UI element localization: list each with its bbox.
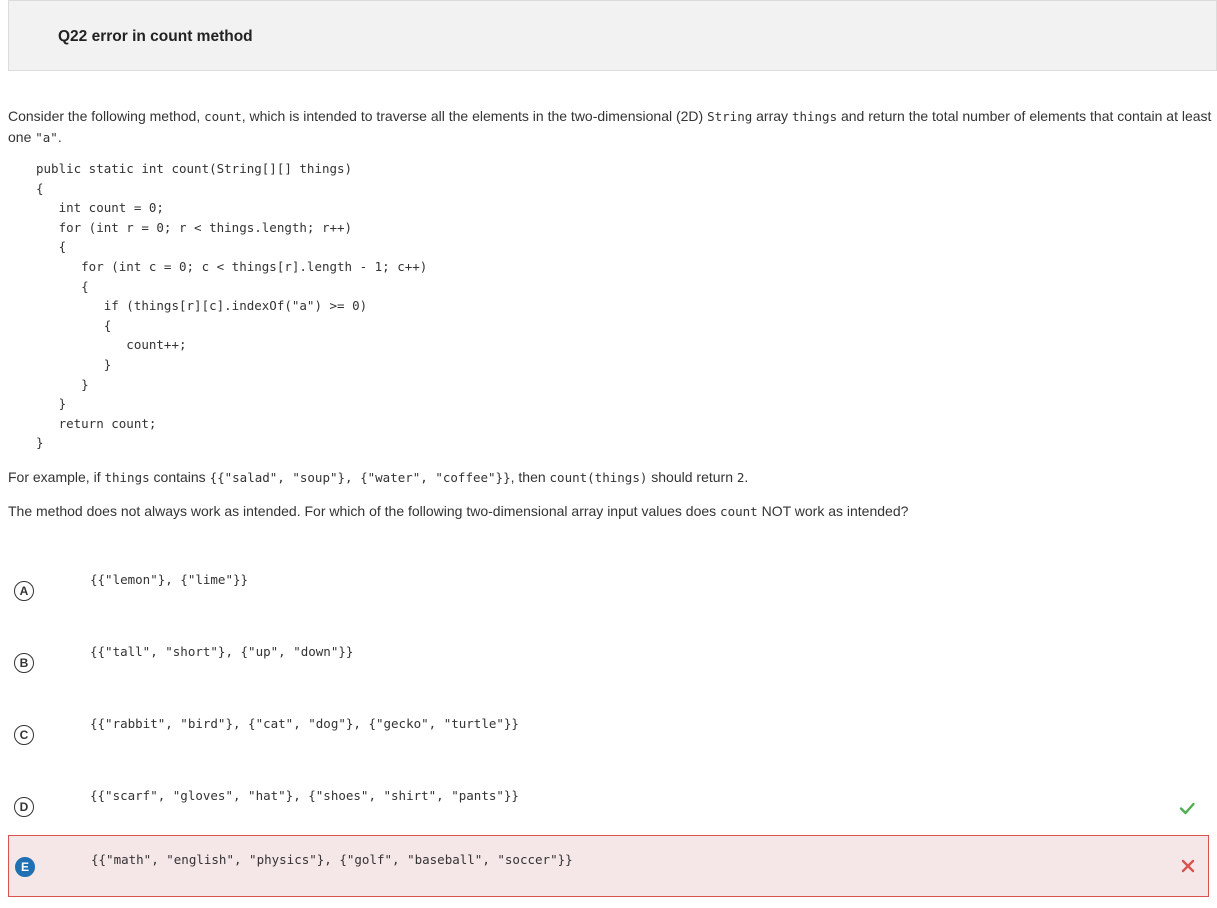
example-text-3: , then <box>510 469 550 485</box>
choice-letter-b: B <box>14 653 34 673</box>
choice-text-c: {{"rabbit", "bird"}, {"cat", "dog"}, {"g… <box>90 716 519 731</box>
code-block: public static int count(String[][] thing… <box>36 159 427 453</box>
intro-text-2: , which is intended to traverse all the … <box>241 108 708 124</box>
intro-code-count: count <box>204 109 242 124</box>
code-line: for (int c = 0; c < things[r].length - 1… <box>36 258 428 274</box>
choice-text-a: {{"lemon"}, {"lime"}} <box>90 572 249 587</box>
code-line: { <box>36 278 89 294</box>
example-code-call: count(things) <box>549 470 648 485</box>
example-text-4: should return <box>647 469 737 485</box>
intro-code-things: things <box>791 109 838 124</box>
code-line: return count; <box>36 415 157 431</box>
code-line: count++; <box>36 337 187 353</box>
example-text-5: . <box>744 469 749 485</box>
example-text-1: For example, if <box>8 469 105 485</box>
check-icon <box>1179 802 1195 815</box>
choice-b[interactable]: B {{"tall", "short"}, {"up", "down"}} <box>8 617 1209 679</box>
prompt-text-2: NOT work as intended? <box>757 503 909 519</box>
intro-code-string: String <box>707 109 753 124</box>
code-line: } <box>36 376 89 392</box>
code-line: if (things[r][c].indexOf("a") >= 0) <box>36 298 368 314</box>
question-title: Q22 error in count method <box>58 28 253 45</box>
choice-e[interactable]: E {{"math", "english", "physics"}, {"gol… <box>8 835 1209 897</box>
question-example: For example, if things contains {{"salad… <box>8 467 748 488</box>
prompt-code-count: count <box>720 504 758 519</box>
x-icon <box>1181 859 1195 873</box>
choice-letter-d: D <box>14 797 34 817</box>
prompt-text-1: The method does not always work as inten… <box>8 503 721 519</box>
code-line: { <box>36 239 67 255</box>
example-text-2: contains <box>149 469 210 485</box>
intro-text-3: array <box>752 108 792 124</box>
question-header: Q22 error in count method <box>8 0 1217 71</box>
code-line: } <box>36 356 112 372</box>
example-code-array: {{"salad", "soup"}, {"water", "coffee"}} <box>209 470 511 485</box>
choice-text-d: {{"scarf", "gloves", "hat"}, {"shoes", "… <box>90 788 519 803</box>
question-intro: Consider the following method, count, wh… <box>8 106 1213 148</box>
question-prompt: The method does not always work as inten… <box>8 501 908 522</box>
choice-d[interactable]: D {{"scarf", "gloves", "hat"}, {"shoes",… <box>8 761 1209 823</box>
code-line: } <box>36 396 67 412</box>
code-line: int count = 0; <box>36 200 164 216</box>
choice-letter-e: E <box>15 857 35 877</box>
code-line: { <box>36 317 112 333</box>
intro-text-5: . <box>57 129 62 145</box>
choice-letter-a: A <box>14 581 34 601</box>
choice-letter-c: C <box>14 725 34 745</box>
choice-a[interactable]: A {{"lemon"}, {"lime"}} <box>8 545 1209 607</box>
example-code-things: things <box>104 470 150 485</box>
code-line: public static int count(String[][] thing… <box>36 161 353 176</box>
code-line: } <box>36 435 44 451</box>
intro-code-a: "a" <box>35 130 58 145</box>
intro-text-1: Consider the following method, <box>8 108 205 124</box>
code-line: { <box>36 180 44 196</box>
choice-text-b: {{"tall", "short"}, {"up", "down"}} <box>90 644 354 659</box>
choice-text-e: {{"math", "english", "physics"}, {"golf"… <box>91 852 573 867</box>
code-line: for (int r = 0; r < things.length; r++) <box>36 219 353 235</box>
choice-c[interactable]: C {{"rabbit", "bird"}, {"cat", "dog"}, {… <box>8 689 1209 751</box>
